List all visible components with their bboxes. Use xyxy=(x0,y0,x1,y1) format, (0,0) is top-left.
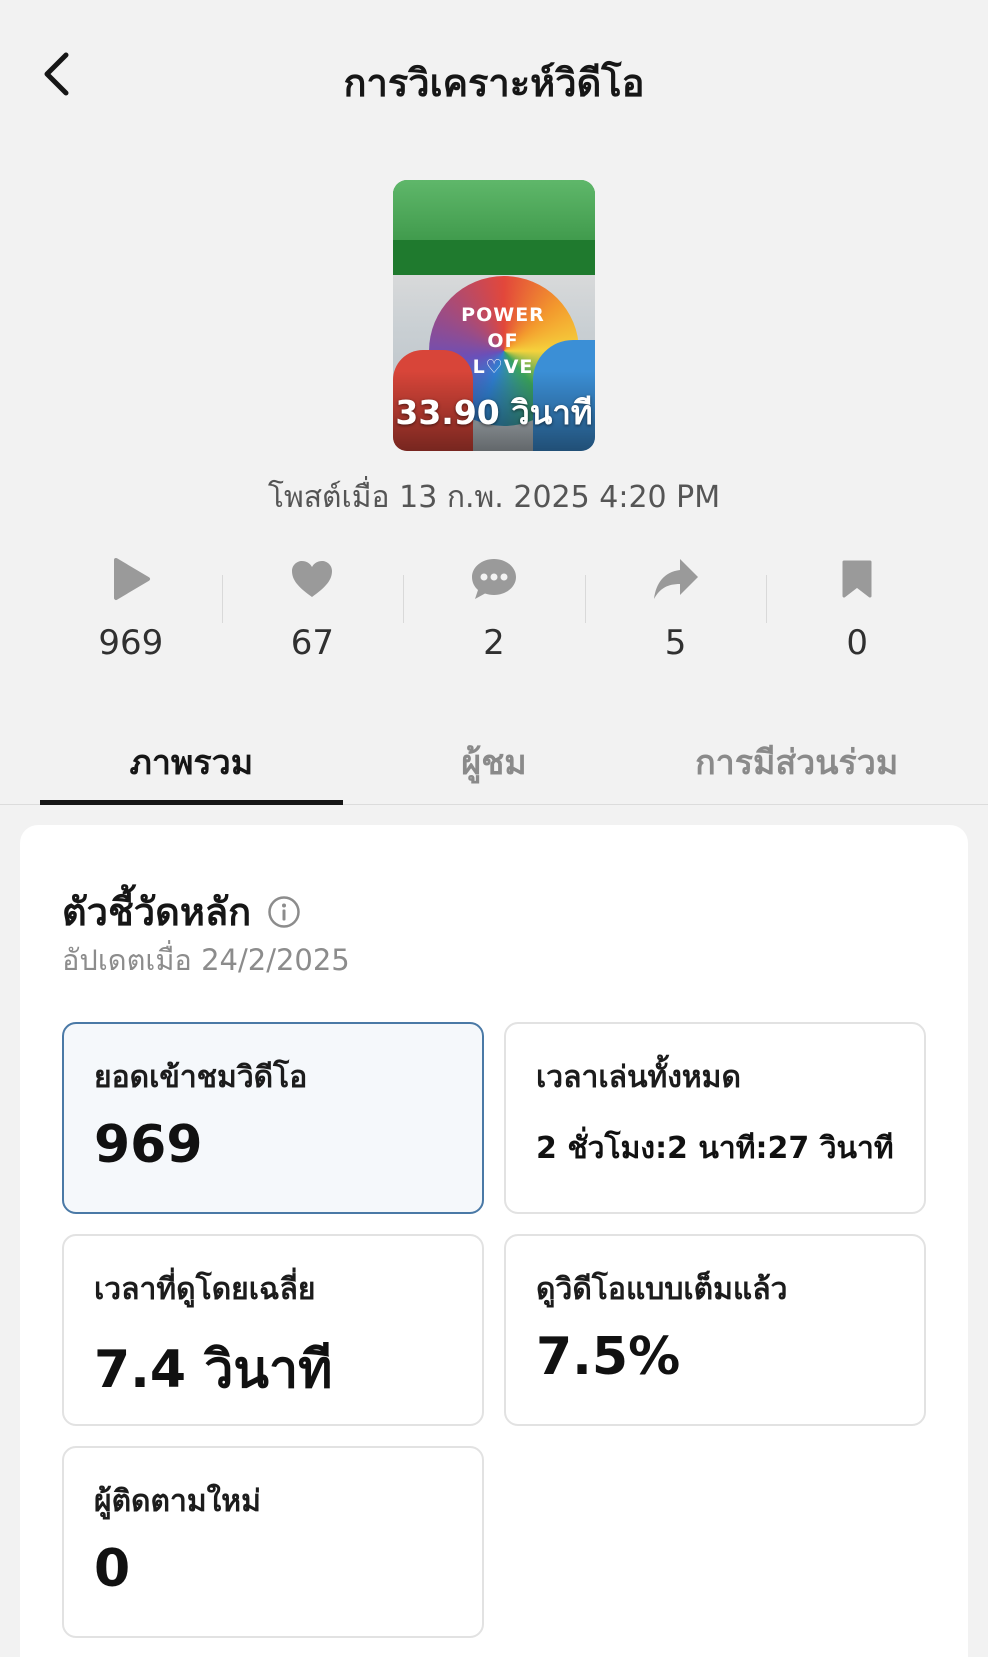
tab-overview[interactable]: ภาพรวม xyxy=(40,715,343,805)
stat-saves: 0 xyxy=(766,555,948,675)
updated-date: อัปเดตเมื่อ 24/2/2025 xyxy=(62,943,350,977)
metric-label: เวลาเล่นทั้งหมด xyxy=(536,1060,741,1095)
tab-engagement[interactable]: การมีส่วนร่วม xyxy=(645,715,948,804)
header: การวิเคราะห์วิดีโอ xyxy=(0,0,988,160)
metric-value: 0 xyxy=(94,1539,131,1599)
metric-total-play-time[interactable]: เวลาเล่นทั้งหมด 2 ชั่วโมง:2 นาที:27 วินา… xyxy=(504,1022,926,1214)
video-thumbnail[interactable]: POWER OF L♡VE 33.90 วินาที xyxy=(393,180,595,451)
bookmark-icon xyxy=(833,555,881,603)
share-icon xyxy=(652,555,700,603)
info-icon[interactable] xyxy=(267,895,301,929)
video-duration: 33.90 วินาที xyxy=(395,393,593,432)
comment-icon xyxy=(470,555,518,603)
section-title: ตัวชี้วัดหลัก xyxy=(62,890,252,934)
stat-views: 969 xyxy=(40,555,222,675)
thumbnail-building-trim xyxy=(393,240,595,275)
metric-label: ดูวิดีโอแบบเต็มแล้ว xyxy=(536,1272,788,1307)
metric-label: ยอดเข้าชมวิดีโอ xyxy=(94,1060,308,1095)
play-icon xyxy=(107,555,155,603)
metric-video-views[interactable]: ยอดเข้าชมวิดีโอ 969 xyxy=(62,1022,484,1214)
heart-icon xyxy=(288,555,336,603)
metric-watched-full-video[interactable]: ดูวิดีโอแบบเต็มแล้ว 7.5% xyxy=(504,1234,926,1426)
stat-value: 0 xyxy=(846,623,868,663)
metric-new-followers[interactable]: ผู้ติดตามใหม่ 0 xyxy=(62,1446,484,1638)
metric-value: 7.5% xyxy=(536,1327,681,1387)
metric-label: ผู้ติดตามใหม่ xyxy=(94,1484,261,1519)
posted-date: โพสต์เมื่อ 13 ก.พ. 2025 4:20 PM xyxy=(267,480,721,515)
stat-likes: 67 xyxy=(221,555,404,675)
metric-value: 969 xyxy=(94,1115,203,1175)
tab-audience[interactable]: ผู้ชม xyxy=(343,715,646,804)
stat-value: 5 xyxy=(664,623,687,663)
stat-shares: 5 xyxy=(584,555,767,675)
metric-value: 2 ชั่วโมง:2 นาที:27 วินาที xyxy=(536,1131,894,1166)
page-title: การวิเคราะห์วิดีโอ xyxy=(343,61,645,105)
metric-value: 7.4 วินาที xyxy=(94,1340,333,1400)
stat-value: 67 xyxy=(290,623,335,663)
stat-comments: 2 xyxy=(403,555,585,675)
metric-label: เวลาที่ดูโดยเฉลี่ย xyxy=(94,1272,316,1307)
engagement-stats: 969 67 2 5 0 xyxy=(40,555,948,675)
section-title-wrapper: ตัวชี้วัดหลัก xyxy=(62,881,301,942)
key-metrics-card: ตัวชี้วัดหลัก อัปเดตเมื่อ 24/2/2025 ยอดเ… xyxy=(20,825,968,1657)
stat-value: 969 xyxy=(98,623,164,663)
metric-average-watch-time[interactable]: เวลาที่ดูโดยเฉลี่ย 7.4 วินาที xyxy=(62,1234,484,1426)
tab-bar: ภาพรวม ผู้ชม การมีส่วนร่วม xyxy=(0,715,988,805)
stat-value: 2 xyxy=(483,623,505,663)
